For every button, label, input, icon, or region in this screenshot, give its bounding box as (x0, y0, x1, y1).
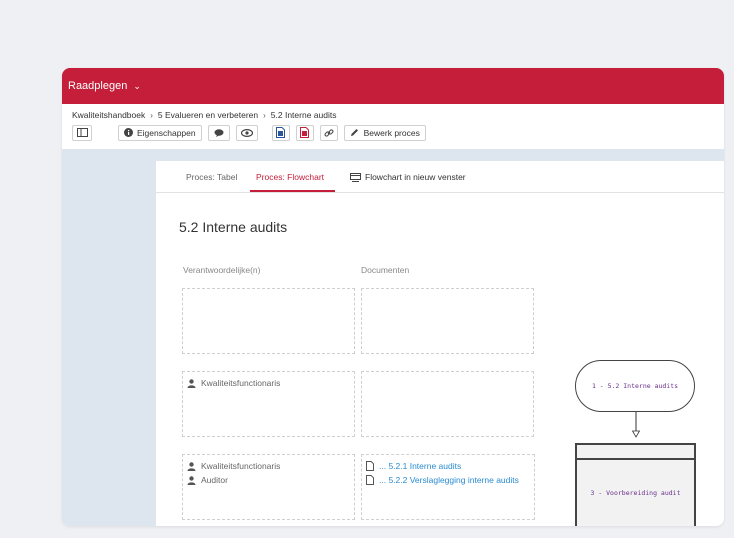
breadcrumb: Kwaliteitshandboek › 5 Evalueren en verb… (72, 110, 336, 120)
sidebar-icon (76, 128, 88, 137)
comment-button[interactable] (207, 124, 230, 141)
word-file-icon (276, 127, 286, 138)
flowchart-step-process[interactable]: 3 - Voorbereiding audit (575, 458, 696, 526)
toolbar: Eigenschappen Bewerk proces (72, 124, 432, 141)
breadcrumb-item[interactable]: Kwaliteitshandboek (72, 110, 145, 120)
chevron-right-icon: › (150, 110, 153, 120)
pdf-file-icon (300, 127, 310, 138)
info-icon (124, 128, 133, 137)
properties-button[interactable]: Eigenschappen (118, 124, 202, 141)
properties-label: Eigenschappen (137, 127, 196, 138)
breadcrumb-item[interactable]: 5 Evalueren en verbeteren (158, 110, 258, 120)
export-word-button[interactable] (271, 124, 290, 141)
menu-raadplegen[interactable]: Raadplegen (68, 80, 127, 92)
export-pdf-button[interactable] (295, 124, 314, 141)
chevron-right-icon: › (263, 110, 266, 120)
chevron-down-icon[interactable]: ⌄ (133, 81, 141, 92)
pencil-icon (350, 129, 358, 136)
toggle-sidebar-button[interactable] (72, 124, 92, 141)
copy-link-button[interactable] (319, 124, 338, 141)
breadcrumb-item[interactable]: 5.2 Interne audits (271, 110, 337, 120)
app-window: Raadplegen ⌄ Kwaliteitshandboek › 5 Eval… (62, 68, 724, 526)
view-button[interactable] (235, 124, 258, 141)
comment-icon (214, 128, 224, 137)
eye-icon (240, 128, 253, 137)
link-icon (324, 128, 334, 137)
edit-process-label: Bewerk proces (363, 127, 420, 138)
arrow-down-icon (631, 430, 641, 438)
top-bar: Raadplegen ⌄ (62, 68, 724, 104)
flowchart-step-terminator[interactable]: 1 - 5.2 Interne audits (575, 360, 695, 412)
edit-process-button[interactable]: Bewerk proces (343, 124, 426, 141)
